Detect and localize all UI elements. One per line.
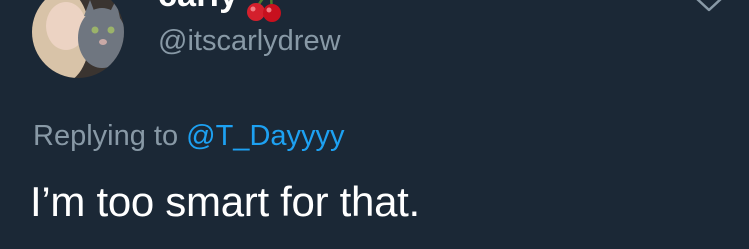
tweet-text: I’m too smart for that. bbox=[30, 178, 420, 225]
reply-prefix: Replying to bbox=[33, 120, 187, 152]
reply-context: Replying to @T_Dayyyy bbox=[33, 118, 345, 154]
display-name[interactable]: carly bbox=[158, 0, 238, 12]
chevron-down-icon[interactable] bbox=[692, 0, 726, 14]
avatar-image bbox=[32, 0, 124, 78]
user-handle[interactable]: @itscarlydrew bbox=[158, 24, 341, 58]
cherries-icon bbox=[247, 0, 281, 22]
reply-mention-link[interactable]: @T_Dayyyy bbox=[186, 120, 344, 152]
avatar[interactable] bbox=[32, 0, 124, 78]
